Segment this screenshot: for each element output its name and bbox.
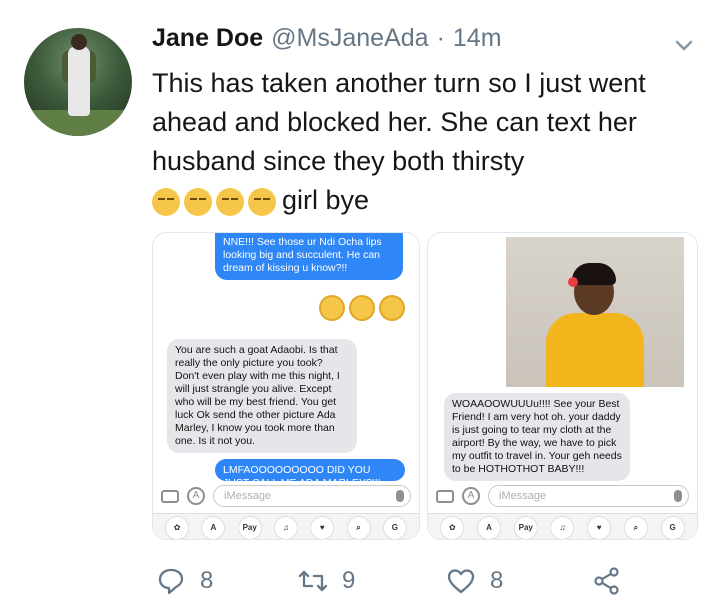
unamused-face-icon [152, 187, 180, 216]
apple-pay-icon[interactable]: Pay [237, 515, 262, 539]
music-app-icon[interactable]: ♫ [550, 515, 575, 539]
message-input-bar: A iMessage [153, 483, 419, 509]
share-icon [594, 567, 619, 595]
photo-sweater [546, 313, 644, 387]
music-app-icon[interactable]: ♫ [273, 515, 298, 539]
tweet-tail: girl bye [282, 185, 370, 215]
share-button[interactable] [592, 566, 622, 596]
expressionless-face-icon [248, 187, 276, 216]
imessage-app-strip: ✿ A Pay ♫ ♥ ⌕ G [153, 513, 419, 539]
imessage-input[interactable]: iMessage [488, 485, 689, 507]
retweet-button[interactable]: 9 [298, 566, 355, 596]
media-image-right[interactable]: WOAAOOWUUUu!!!! See your Best Friend! I … [427, 232, 698, 540]
app-store-app-icon[interactable]: A [201, 515, 226, 539]
separator-dot: · [436, 24, 445, 52]
emoji-group [315, 291, 409, 325]
imessage-app-strip: ✿ A Pay ♫ ♥ ⌕ G [428, 513, 697, 539]
reply-button[interactable]: 8 [156, 566, 213, 596]
avatar-figure-body [68, 46, 90, 116]
image-search-icon[interactable]: ⌕ [346, 515, 371, 539]
emoji-group [152, 187, 276, 216]
imessage-placeholder: iMessage [224, 490, 272, 502]
tweet-timestamp[interactable]: 14m [453, 24, 502, 53]
tweet-text: This has taken another turn so I just we… [152, 64, 692, 220]
reply-icon [158, 568, 184, 595]
message-bubble-sent: NNE!!! See those ur Ndi Ocha lips lookin… [215, 233, 403, 280]
tweet-body: This has taken another turn so I just we… [152, 68, 646, 176]
reply-count: 8 [200, 567, 214, 594]
rofl-face-icon [315, 291, 349, 325]
like-button[interactable]: 8 [446, 566, 503, 596]
retweet-icon [298, 570, 328, 592]
digital-touch-icon[interactable]: ♥ [310, 515, 335, 539]
app-store-icon[interactable]: A [187, 487, 205, 505]
message-bubble-sent: LMFAOOOOOOOOO DID YOU JUST CALL ME ADA M… [215, 459, 405, 481]
rofl-face-icon [345, 291, 379, 325]
rofl-face-icon [375, 291, 409, 325]
expressionless-face-icon [216, 187, 244, 216]
like-count: 8 [490, 567, 504, 594]
digital-touch-icon[interactable]: ♥ [587, 515, 612, 539]
retweet-count: 9 [342, 567, 356, 594]
tweet-actions: 8 9 8 [152, 560, 692, 604]
photos-app-icon[interactable]: ✿ [165, 515, 190, 539]
camera-icon[interactable] [161, 489, 179, 503]
app-store-icon[interactable]: A [462, 487, 480, 505]
photos-app-icon[interactable]: ✿ [440, 515, 465, 539]
microphone-icon[interactable] [674, 490, 682, 502]
message-bubble-received: WOAAOOWUUUu!!!! See your Best Friend! I … [444, 393, 630, 481]
camera-icon[interactable] [436, 489, 454, 503]
image-search-icon[interactable]: ⌕ [623, 515, 648, 539]
imessage-placeholder: iMessage [499, 490, 547, 502]
apple-pay-icon[interactable]: Pay [513, 515, 538, 539]
gboard-icon[interactable]: G [660, 515, 685, 539]
unamused-face-icon [184, 187, 212, 216]
sent-photo [506, 237, 684, 387]
gboard-icon[interactable]: G [382, 515, 407, 539]
message-input-bar: A iMessage [428, 483, 697, 509]
chevron-down-icon[interactable] [673, 34, 695, 56]
avatar-figure-head [71, 34, 87, 50]
app-store-app-icon[interactable]: A [477, 515, 502, 539]
imessage-input[interactable]: iMessage [213, 485, 411, 507]
user-handle[interactable]: @MsJaneAda [271, 24, 428, 53]
avatar[interactable] [24, 28, 132, 136]
message-bubble-received: You are such a goat Adaobi. Is that real… [167, 339, 357, 453]
media-image-left[interactable]: NNE!!! See those ur Ndi Ocha lips lookin… [152, 232, 420, 540]
heart-icon [447, 569, 475, 594]
microphone-icon[interactable] [396, 490, 404, 502]
photo-hair [572, 263, 616, 285]
tweet-header: Jane Doe @MsJaneAda · 14m [152, 24, 502, 53]
flower-icon [568, 277, 578, 287]
display-name[interactable]: Jane Doe [152, 24, 263, 53]
